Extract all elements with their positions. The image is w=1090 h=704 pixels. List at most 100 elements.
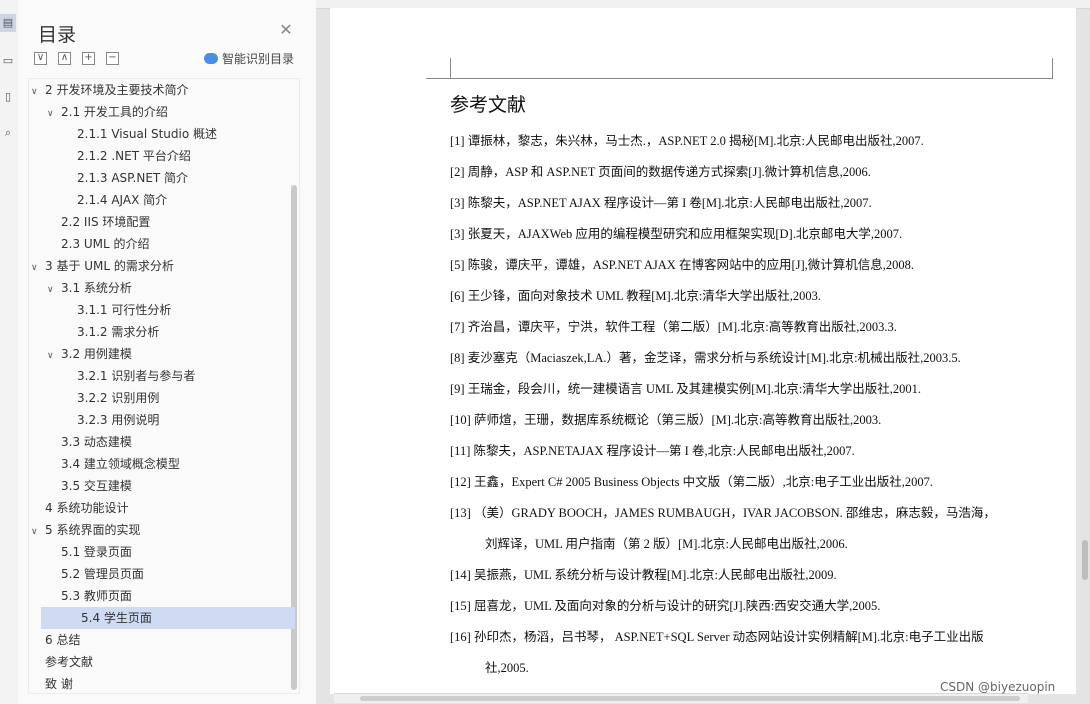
chevron-down-icon[interactable]: ∨ bbox=[31, 257, 45, 279]
toc-item[interactable]: 5.2 管理员页面 bbox=[47, 563, 144, 585]
reference-line: [5] 陈骏，谭庆平，谭雄，ASP.NET AJAX 在博客网站中的应用[J],… bbox=[450, 258, 915, 272]
toc-item[interactable]: 5.1 登录页面 bbox=[47, 541, 132, 563]
toc-item[interactable]: 3.3 动态建模 bbox=[47, 431, 132, 453]
toc-item-label: 3.3 动态建模 bbox=[61, 435, 132, 449]
toc-item-label: 2.2 IIS 环境配置 bbox=[61, 215, 151, 229]
toc-item[interactable]: ∨ 2 开发环境及主要技术简介 bbox=[31, 79, 188, 101]
toc-item-label: 3.2 用例建模 bbox=[61, 347, 132, 361]
page-view-icon[interactable]: ▭ bbox=[0, 52, 16, 70]
toc-item-label: 2.1.3 ASP.NET 简介 bbox=[77, 171, 189, 185]
toc-item-label: 5.1 登录页面 bbox=[61, 545, 132, 559]
toc-item[interactable]: 3.5 交互建模 bbox=[47, 475, 132, 497]
toc-item[interactable]: 3.1.2 需求分析 bbox=[63, 321, 159, 343]
toc-item-label: 3.1.2 需求分析 bbox=[77, 325, 160, 339]
toc-item[interactable]: 2.1.3 ASP.NET 简介 bbox=[63, 167, 188, 189]
toc-item-label: 参考文献 bbox=[45, 655, 94, 669]
toc-item[interactable]: ∨ 3.2 用例建模 bbox=[47, 343, 132, 365]
toc-item-label: 5.2 管理员页面 bbox=[61, 567, 144, 581]
chevron-down-icon[interactable]: ∨ bbox=[47, 279, 61, 301]
toc-title: 目录 bbox=[38, 24, 77, 46]
toc-item[interactable]: ∨ 3 基于 UML 的需求分析 bbox=[31, 255, 174, 277]
search-icon[interactable]: ⌕ bbox=[0, 124, 16, 142]
toc-list: ∨ 2 开发环境及主要技术简介 ∨ 2.1 开发工具的介绍 2.1.1 Visual S… bbox=[28, 78, 300, 694]
reference-line: [9] 王瑞金，段会川，统一建模语言 UML 及其建模实例[M].北京:清华大学… bbox=[450, 382, 922, 396]
toc-item-label: 3.4 建立领域概念模型 bbox=[61, 457, 180, 471]
toc-item-label: 3.1 系统分析 bbox=[61, 281, 132, 295]
reference-line: [13] （美）GRADY BOOCH，JAMES RUMBAUGH，IVAR … bbox=[450, 506, 996, 520]
toc-item[interactable]: 6 总结 bbox=[31, 629, 80, 651]
collapse-all-icon[interactable]: ∨ bbox=[34, 52, 47, 65]
toc-item-label: 3.2.2 识别用例 bbox=[77, 391, 160, 405]
chevron-down-icon[interactable]: ∨ bbox=[31, 521, 45, 543]
toc-item-label: 6 总结 bbox=[45, 633, 81, 647]
toc-item[interactable]: ∨ 3.1 系统分析 bbox=[47, 277, 132, 299]
toc-item-label: 5.3 教师页面 bbox=[61, 589, 132, 603]
toc-item-label: 2.1.1 Visual Studio 概述 bbox=[77, 127, 218, 141]
toc-item[interactable]: 3.2.2 识别用例 bbox=[63, 387, 159, 409]
reference-line: 刘辉译，UML 用户指南（第 2 版）[M].北京:人民邮电出版社,2006. bbox=[485, 537, 848, 551]
chevron-down-icon[interactable]: ∨ bbox=[47, 345, 61, 367]
toc-item[interactable]: 2.1.1 Visual Studio 概述 bbox=[63, 123, 217, 145]
toc-item-label: 3 基于 UML 的需求分析 bbox=[45, 259, 174, 273]
remove-heading-icon[interactable]: − bbox=[106, 52, 119, 65]
bookmark-icon[interactable]: ▯ bbox=[0, 88, 16, 106]
page-scrollbar[interactable] bbox=[1082, 540, 1088, 580]
toc-item[interactable]: 4 系统功能设计 bbox=[31, 497, 128, 519]
reference-line: [14] 吴振燕，UML 系统分析与设计教程[M].北京:人民邮电出版社,200… bbox=[450, 568, 837, 582]
reference-line: [7] 齐治昌，谭庆平，宁洪，软件工程（第二版）[M].北京:高等教育出版社,2… bbox=[450, 320, 897, 334]
sidebar-rail: ▤ ▭ ▯ ⌕ bbox=[0, 0, 19, 704]
toc-item[interactable]: 致 谢 bbox=[31, 673, 73, 695]
smart-toc-button[interactable]: 智能识别目录 bbox=[204, 50, 294, 67]
reference-line: [8] 麦沙塞克（Maciaszek,LA.）著，金芝译，需求分析与系统设计[M… bbox=[450, 351, 961, 365]
toc-item-label: 致 谢 bbox=[45, 677, 73, 691]
close-icon[interactable]: ✕ bbox=[278, 20, 294, 39]
reference-line: [12] 王鑫，Expert C# 2005 Business Objects … bbox=[450, 475, 933, 489]
toc-item-label: 2.3 UML 的介绍 bbox=[61, 237, 150, 251]
toc-item-label: 2.1.2 .NET 平台介绍 bbox=[77, 149, 191, 163]
toc-item[interactable]: 3.2.1 识别者与参与者 bbox=[63, 365, 195, 387]
toc-item[interactable]: 3.1.1 可行性分析 bbox=[63, 299, 171, 321]
document-page[interactable]: 参考文献 [1] 谭振林，黎志，朱兴林，马士杰.，ASP.NET 2.0 揭秘[… bbox=[330, 8, 1076, 694]
previous-content-box bbox=[450, 58, 1053, 79]
reference-line: [15] 屈喜龙，UML 及面向对象的分析与设计的研究[J].陕西:西安交通大学… bbox=[450, 599, 881, 613]
toc-item[interactable]: 2.3 UML 的介绍 bbox=[47, 233, 150, 255]
toc-item[interactable]: 3.4 建立领域概念模型 bbox=[47, 453, 180, 475]
toc-item[interactable]: 5.3 教师页面 bbox=[47, 585, 132, 607]
toc-item-label: 3.2.1 识别者与参与者 bbox=[77, 369, 196, 383]
toc-item[interactable]: 2.2 IIS 环境配置 bbox=[47, 211, 150, 233]
toc-item-label: 4 系统功能设计 bbox=[45, 501, 129, 515]
add-heading-icon[interactable]: + bbox=[82, 52, 95, 65]
reference-line: 社,2005. bbox=[485, 661, 529, 675]
toc-item-label: 2 开发环境及主要技术简介 bbox=[45, 83, 189, 97]
toc-item-label: 3.2.3 用例说明 bbox=[77, 413, 160, 427]
chevron-down-icon[interactable]: ∨ bbox=[47, 103, 61, 125]
expand-all-icon[interactable]: ∧ bbox=[58, 52, 71, 65]
reference-line: [2] 周静，ASP 和 ASP.NET 页面间的数据传递方式探索[J].微计算… bbox=[450, 165, 871, 179]
toc-item-label: 2.1.4 AJAX 简介 bbox=[77, 193, 168, 207]
toc-item[interactable]: 3.2.3 用例说明 bbox=[63, 409, 159, 431]
smart-toc-icon bbox=[204, 53, 218, 64]
reference-line: [3] 张夏天，AJAXWeb 应用的编程模型研究和应用框架实现[D].北京邮电… bbox=[450, 227, 903, 241]
reference-line: [16] 孙印杰，杨滔，吕书琴， ASP.NET+SQL Server 动态网站… bbox=[450, 630, 984, 644]
watermark: CSDN @biyezuopin bbox=[940, 680, 1056, 694]
toc-item[interactable]: ∨ 5 系统界面的实现 bbox=[31, 519, 140, 541]
toc-item[interactable]: 2.1.2 .NET 平台介绍 bbox=[63, 145, 191, 167]
horizontal-scroll-thumb[interactable] bbox=[360, 696, 1020, 701]
toc-item-label: 3.5 交互建模 bbox=[61, 479, 132, 493]
toc-item-label: 2.1 开发工具的介绍 bbox=[61, 105, 168, 119]
smart-toc-label: 智能识别目录 bbox=[222, 52, 295, 66]
toc-item-label: 5 系统界面的实现 bbox=[45, 523, 141, 537]
chevron-down-icon[interactable]: ∨ bbox=[31, 81, 45, 103]
reference-line: [1] 谭振林，黎志，朱兴林，马士杰.，ASP.NET 2.0 揭秘[M].北京… bbox=[450, 134, 924, 148]
horizontal-scrollbar[interactable] bbox=[334, 693, 1028, 703]
toc-view-icon[interactable]: ▤ bbox=[0, 14, 16, 32]
toc-item[interactable]: 参考文献 bbox=[31, 651, 93, 673]
reference-line: [6] 王少锋，面向对象技术 UML 教程[M].北京:清华大学出版社,2003… bbox=[450, 289, 822, 303]
toc-item[interactable]: 5.4 学生页面 bbox=[41, 607, 295, 629]
toc-item[interactable]: ∨ 2.1 开发工具的介绍 bbox=[47, 101, 168, 123]
reference-line: [3] 陈黎夫，ASP.NET AJAX 程序设计—第 I 卷[M].北京:人民… bbox=[450, 196, 872, 210]
toc-item[interactable]: 2.1.4 AJAX 简介 bbox=[63, 189, 167, 211]
reference-line: [11] 陈黎夫，ASP.NETAJAX 程序设计—第 I 卷,北京:人民邮电出… bbox=[450, 444, 855, 458]
references-heading: 参考文献 bbox=[450, 94, 527, 116]
reference-line: [10] 萨师煊，王珊，数据库系统概论（第三版）[M].北京:高等教育出版社,2… bbox=[450, 413, 882, 427]
